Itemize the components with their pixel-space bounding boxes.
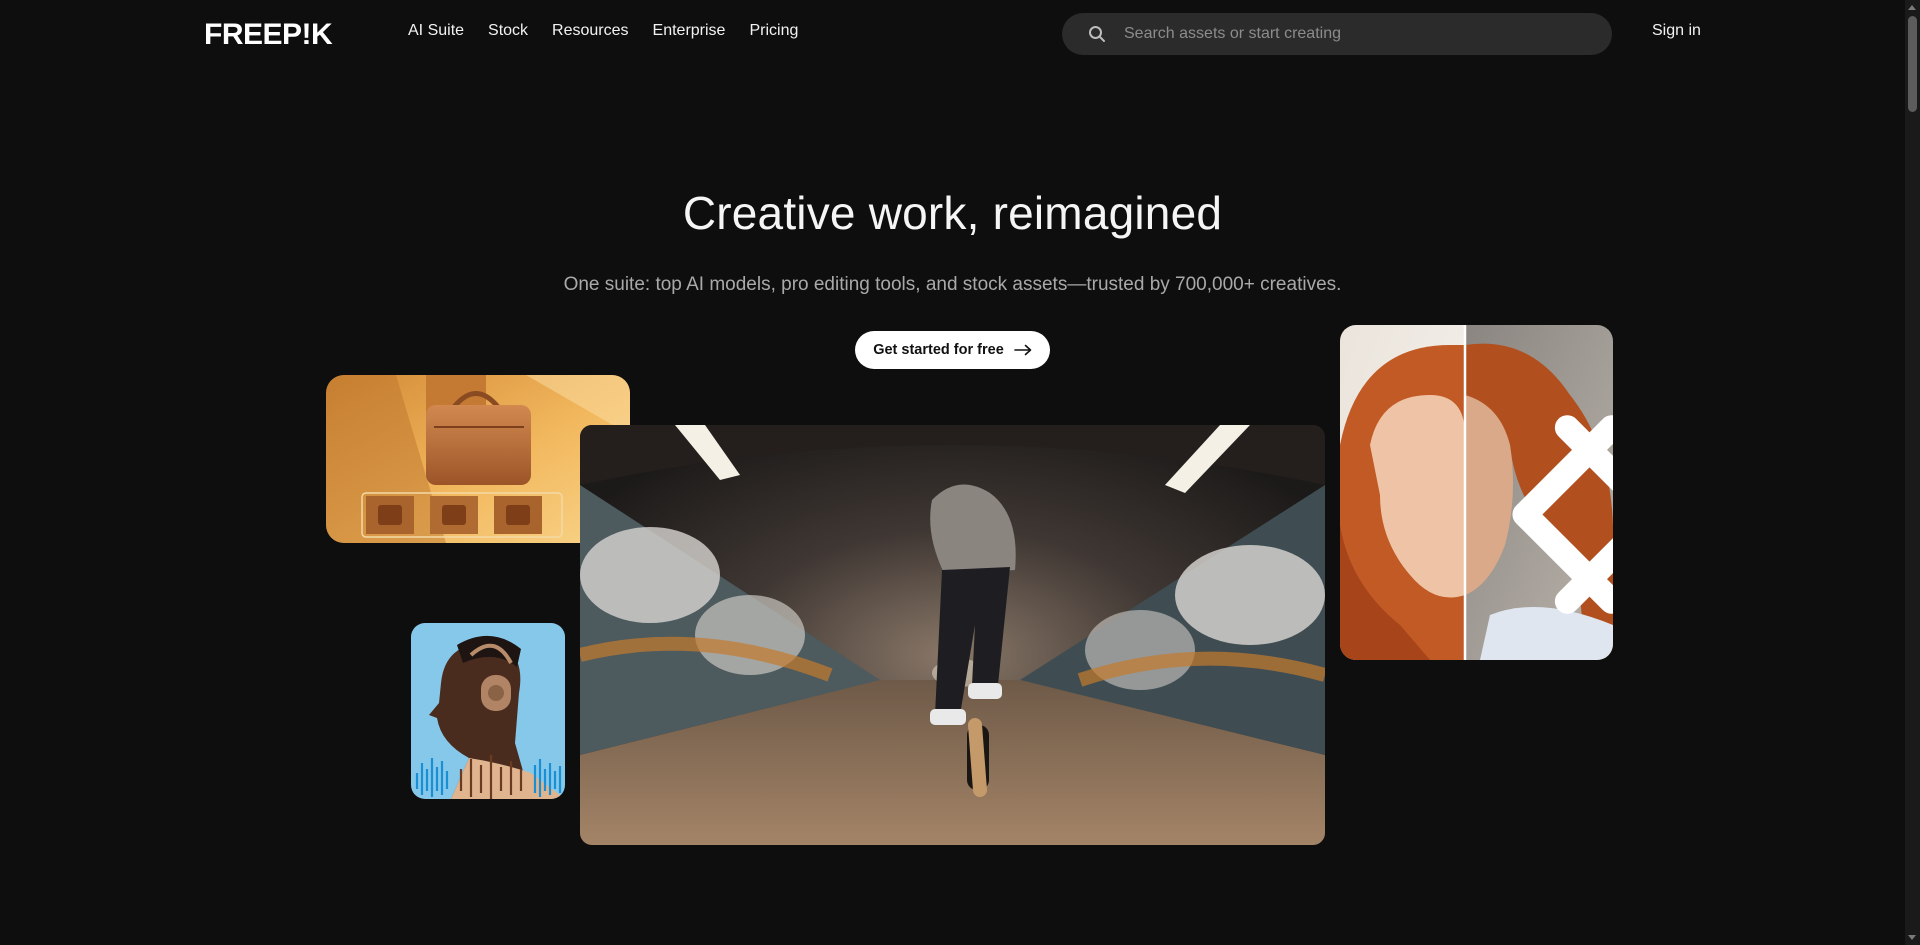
get-started-label: Get started for free	[873, 342, 1004, 358]
nav-item-enterprise[interactable]: Enterprise	[653, 22, 726, 40]
main-nav: AI Suite Stock Resources Enterprise Pric…	[408, 22, 798, 40]
nav-item-pricing[interactable]: Pricing	[749, 22, 798, 40]
site-header: FREEP!K AI Suite Stock Resources Enterpr…	[0, 0, 1905, 68]
chevron-right-icon[interactable]	[1468, 347, 1613, 660]
search-icon	[1089, 26, 1105, 42]
before-after-portrait[interactable]	[1340, 325, 1613, 660]
search-bar[interactable]	[1062, 13, 1612, 55]
sign-in-link[interactable]: Sign in	[1652, 22, 1701, 40]
freepik-logo[interactable]: FREEP!K	[204, 18, 366, 48]
arrow-right-icon	[1013, 344, 1032, 356]
get-started-button[interactable]: Get started for free	[855, 331, 1050, 369]
hero-title: Creative work, reimagined	[682, 187, 1223, 239]
nav-item-stock[interactable]: Stock	[488, 22, 528, 40]
scroll-thumb[interactable]	[1908, 16, 1917, 112]
scroll-down-arrow-icon[interactable]	[1908, 935, 1916, 940]
nav-item-ai-suite[interactable]: AI Suite	[408, 22, 464, 40]
hero-subtitle: One suite: top AI models, pro editing to…	[563, 274, 1342, 295]
skateboarder-video[interactable]	[580, 425, 1325, 845]
page-scrollbar[interactable]	[1905, 0, 1920, 945]
headphones-audio-image[interactable]	[411, 623, 565, 799]
nav-item-resources[interactable]: Resources	[552, 22, 628, 40]
search-input[interactable]	[1122, 24, 1612, 44]
svg-text:FREEP!K: FREEP!K	[204, 18, 333, 48]
scroll-up-arrow-icon[interactable]	[1908, 5, 1916, 10]
